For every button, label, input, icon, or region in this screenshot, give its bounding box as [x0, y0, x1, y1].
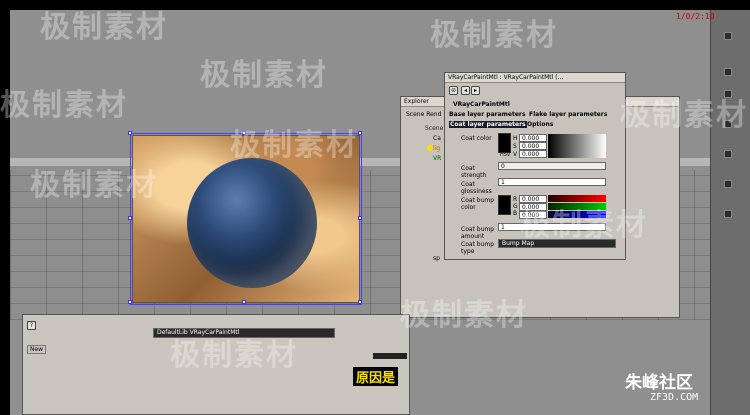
coat-strength-label-2: strength [461, 172, 487, 179]
green-ramp[interactable] [548, 203, 606, 210]
tab-options[interactable]: Options [527, 121, 553, 128]
v-field[interactable]: 0.000 [519, 150, 547, 158]
brand-domain: ZF3D.COM [650, 392, 699, 403]
coat-glossiness-field[interactable]: 1 [498, 178, 606, 186]
material-editor: VRayCarPaintMtl : VRayCarPaintMtl (... ⊘… [444, 72, 626, 260]
resize-handle[interactable] [358, 131, 362, 135]
toolbar-button[interactable] [724, 68, 732, 76]
s-label: S [513, 143, 517, 150]
resize-handle[interactable] [128, 300, 132, 304]
h-label: H [513, 135, 518, 142]
explorer-item-lig[interactable]: lig [433, 145, 440, 152]
explorer-item-vr[interactable]: VR [433, 155, 441, 162]
coat-strength-label: Coat [461, 165, 475, 172]
help-icon[interactable]: ? [27, 321, 36, 330]
r-label: R [513, 196, 518, 203]
toolbar-button[interactable] [724, 180, 732, 188]
next-arrow-icon[interactable]: ▸ [471, 86, 480, 95]
material-dropdown[interactable]: DefaultLib VRayCarPaintMtl [153, 328, 335, 338]
red-ramp[interactable] [548, 195, 606, 202]
toolbar-button[interactable] [724, 32, 732, 40]
resize-handle[interactable] [128, 216, 132, 220]
b-field[interactable]: 0.000 [519, 211, 547, 219]
toolbar-button[interactable] [724, 150, 732, 158]
h-field[interactable]: 0.000 [519, 134, 547, 142]
tab-flake-layer[interactable]: Flake layer parameters [529, 111, 607, 118]
resize-handle[interactable] [358, 216, 362, 220]
coat-bump-type-label: Coat bump [461, 241, 495, 248]
screen: 1/0/2:10 Explorer Scene Rend Scene Ca li… [0, 0, 750, 415]
prev-arrow-icon[interactable]: ◂ [461, 86, 470, 95]
subtitle-text: 原因是 [353, 367, 399, 386]
g-label: G [513, 203, 518, 210]
tab-base-layer[interactable]: Base layer parameters [449, 111, 525, 118]
hsv-mode: HSV [500, 152, 511, 158]
v-label: V [513, 151, 518, 158]
resize-handle[interactable] [128, 131, 132, 135]
material-editor-title: VRayCarPaintMtl : VRayCarPaintMtl (... [445, 73, 625, 83]
resize-handle[interactable] [242, 300, 246, 304]
material-type-icon[interactable]: ⊘ [449, 86, 458, 95]
explorer-item-ca[interactable]: Ca [433, 135, 441, 142]
coat-color-label: Coat color [461, 135, 492, 142]
brand-logo: 朱峰社区 [625, 373, 693, 393]
coat-bump-amount-label-2: amount [461, 233, 485, 240]
toolbar-button[interactable] [724, 210, 732, 218]
coat-glossiness-label: Coat [461, 181, 475, 188]
g-field[interactable]: 0.000 [519, 203, 547, 211]
coat-bump-color-label: Coat bump [461, 197, 495, 204]
explorer-tab[interactable]: Scene Rend [406, 111, 441, 118]
coat-glossiness-label-2: glossiness [461, 188, 492, 195]
resize-handle[interactable] [358, 300, 362, 304]
b-label: B [513, 210, 518, 217]
coat-bump-amount-label: Coat bump [461, 226, 495, 233]
timestamp: 1/0/2:10 [676, 12, 715, 21]
material-browser: ⇦ ? DefaultLib VRayCarPaintMtl New 原因是 [22, 314, 410, 415]
new-button[interactable]: New [27, 345, 47, 354]
s-field[interactable]: 0.000 [519, 142, 547, 150]
toolbar-button[interactable] [724, 120, 732, 128]
coat-strength-field[interactable]: 0 [498, 162, 606, 170]
coat-bump-type-dropdown[interactable]: Bump Map [498, 239, 616, 248]
tab-coat-layer[interactable]: Coat layer parameters [449, 121, 527, 128]
right-toolbar [710, 10, 750, 415]
rollout-title: VRayCarPaintMtl [453, 101, 510, 108]
coat-color-swatch[interactable] [498, 133, 511, 153]
light-icon [427, 145, 433, 151]
coat-bump-color-label-2: color [461, 204, 476, 211]
resize-handle[interactable] [242, 131, 246, 135]
subtitle-bar [373, 353, 407, 359]
blue-ramp[interactable] [548, 211, 606, 218]
color-ramp[interactable] [548, 134, 606, 158]
rgb-mode: RGB [500, 210, 511, 216]
render-preview [132, 135, 360, 303]
toolbar-button[interactable] [724, 90, 732, 98]
car-paint-sphere [187, 158, 317, 288]
coat-bump-amount-field[interactable]: 1 [498, 223, 606, 231]
explorer-item-scene[interactable]: Scene [425, 125, 443, 132]
coat-bump-type-label-2: type [461, 248, 475, 255]
r-field[interactable]: 0.000 [519, 195, 547, 203]
explorer-item-sp[interactable]: sp [433, 255, 440, 262]
